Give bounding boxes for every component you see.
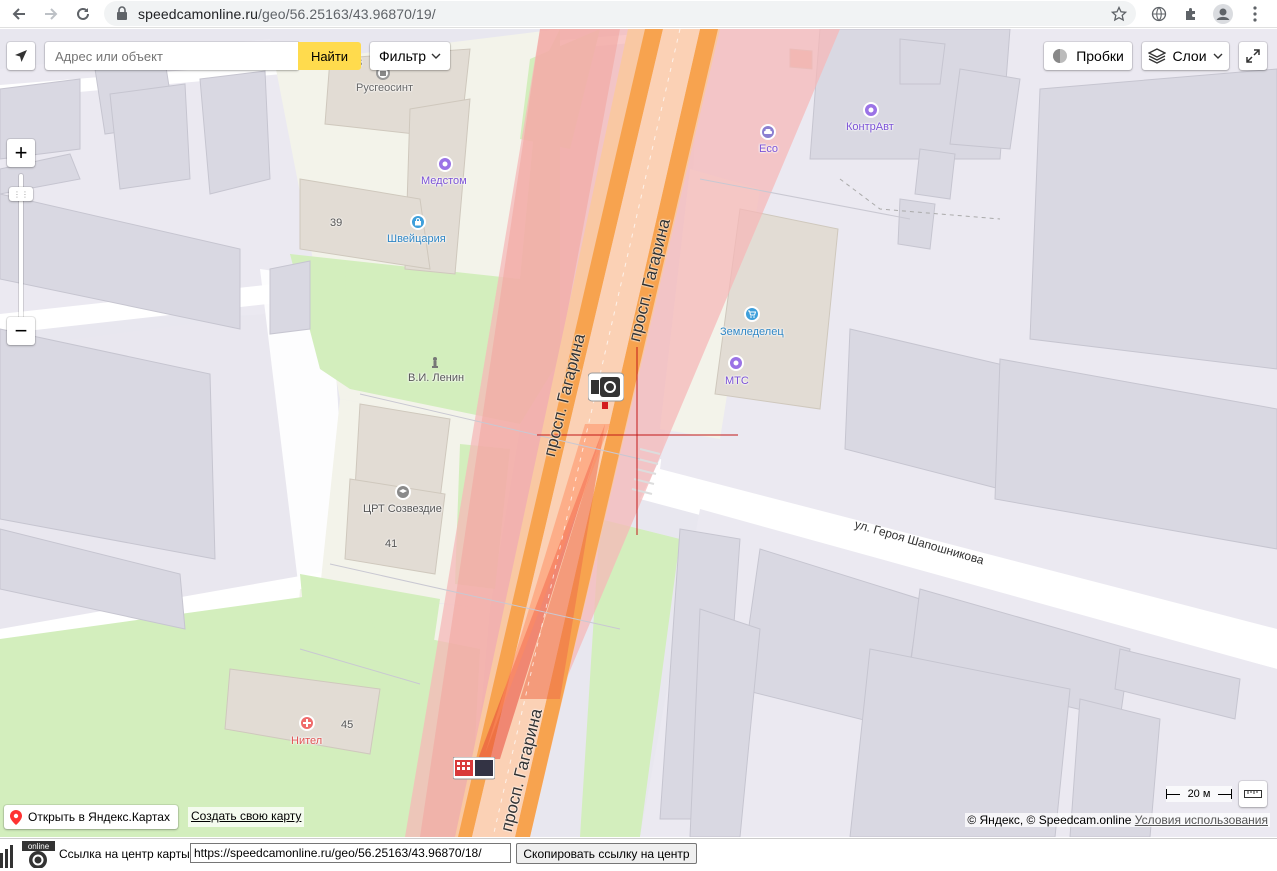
house-number: 41 [385, 538, 398, 550]
zoom-slider-handle[interactable]: ⋮⋮ [9, 187, 33, 201]
location-arrow-icon [15, 50, 27, 62]
speedcam-logo: online [0, 841, 55, 869]
house-number: 39 [330, 217, 343, 229]
address-bar[interactable]: speedcamonline.ru/geo/56.25163/43.96870/… [104, 1, 1136, 26]
browser-toolbar: speedcamonline.ru/geo/56.25163/43.96870/… [0, 0, 1277, 28]
geolocation-button[interactable] [7, 42, 35, 70]
lock-icon [116, 6, 128, 25]
shopping-cart-icon [744, 306, 760, 322]
bookmark-star-icon[interactable] [1108, 3, 1130, 25]
open-in-yandex-maps-button[interactable]: Открыть в Яндекс.Картах [4, 805, 178, 829]
ruler-icon [1244, 790, 1262, 798]
copy-center-link-button[interactable]: Скопировать ссылку на центр [516, 843, 697, 864]
create-own-map-link[interactable]: Создать свою карту [188, 807, 305, 827]
profile-avatar-icon[interactable] [1212, 3, 1234, 25]
shopping-bag-icon [410, 214, 426, 230]
traffic-light-camera-marker[interactable] [452, 756, 496, 780]
find-button[interactable]: Найти [298, 42, 361, 70]
map-base-layer [0, 29, 1277, 837]
center-link-input[interactable] [190, 843, 511, 863]
layers-icon [1148, 48, 1167, 64]
monument-icon [431, 356, 439, 368]
bottom-bar: online Ссылка на центр карты: Скопироват… [0, 838, 1277, 869]
phone-shop-icon [728, 355, 744, 371]
url-text: speedcamonline.ru/geo/56.25163/43.96870/… [138, 6, 436, 22]
chevron-down-icon [1213, 53, 1223, 59]
chevron-down-icon [431, 53, 441, 59]
zoom-in-button[interactable]: + [7, 139, 35, 167]
speed-camera-marker[interactable] [587, 371, 625, 409]
traffic-icon [1053, 49, 1068, 63]
education-cap-icon [395, 484, 411, 500]
expand-icon [1246, 49, 1260, 63]
medical-cross-icon [299, 715, 315, 731]
extensions-puzzle-icon[interactable] [1180, 3, 1202, 25]
svg-text:online: online [28, 842, 50, 851]
map-canvas[interactable]: просп. Гагарина просп. Гагарина просп. Г… [0, 29, 1277, 837]
back-icon[interactable] [8, 3, 30, 25]
medical-icon [437, 156, 453, 172]
forward-icon[interactable] [40, 3, 62, 25]
menu-dots-icon[interactable] [1244, 3, 1266, 25]
scale-bar: 20 м [1166, 786, 1232, 802]
address-search-input[interactable] [45, 42, 298, 70]
house-number: 45 [341, 719, 354, 731]
traffic-button[interactable]: Пробки [1044, 42, 1132, 70]
layers-dropdown[interactable]: Слои [1142, 42, 1229, 70]
globe-icon[interactable] [1148, 3, 1170, 25]
terms-of-use-link[interactable]: Условия использования [1135, 813, 1268, 827]
ruler-button[interactable] [1239, 781, 1267, 807]
filter-dropdown[interactable]: Фильтр [370, 42, 450, 70]
car-service-icon [760, 124, 776, 140]
reload-icon[interactable] [72, 3, 94, 25]
zoom-out-button[interactable]: − [7, 317, 35, 345]
map-pin-icon [10, 809, 22, 825]
map-attribution: © Яндекс, © Speedcam.online Условия испо… [965, 813, 1270, 827]
office-icon [863, 102, 879, 118]
center-link-label: Ссылка на центр карты: [59, 847, 194, 861]
fullscreen-button[interactable] [1239, 42, 1267, 70]
